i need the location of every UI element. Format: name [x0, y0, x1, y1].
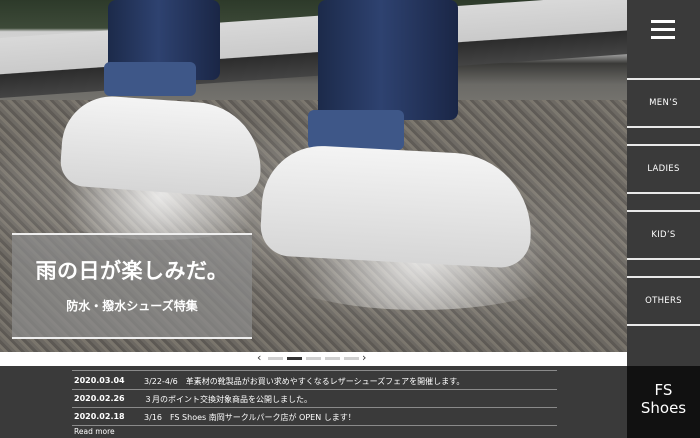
hero-subheadline: 防水・撥水シューズ特集: [66, 299, 198, 313]
news-date: 2020.03.04: [74, 376, 125, 385]
slider-dot[interactable]: [325, 357, 340, 360]
news-text: 3/22-4/6 革素材の靴製品がお買い求めやすくなるレザーシューズフェアを開催…: [144, 377, 465, 386]
logo-line-1: FS: [654, 381, 673, 399]
slider-next-arrow-icon[interactable]: ›: [362, 351, 366, 364]
hamburger-icon[interactable]: [627, 0, 700, 60]
hero-image: 雨の日が楽しみだ。 防水・撥水シューズ特集: [0, 0, 627, 352]
nav-item-ladies[interactable]: LADIES: [627, 144, 700, 194]
hero-cuff: [104, 62, 196, 96]
slider-dot-active[interactable]: [287, 357, 302, 360]
hamburger-bar: [651, 20, 675, 23]
hero-background-wall: [0, 0, 627, 98]
slider-prev-arrow-icon[interactable]: ‹: [257, 351, 261, 364]
news-section: 2020.03.04 3/22-4/6 革素材の靴製品がお買い求めやすくなるレザ…: [0, 366, 627, 438]
sidebar-nav: MEN’S LADIES KID’S OTHERS FS Shoes: [627, 0, 700, 438]
slider-controls: ‹ ›: [0, 351, 627, 366]
news-date: 2020.02.18: [74, 412, 125, 421]
nav-item-others[interactable]: OTHERS: [627, 276, 700, 326]
slider-dot[interactable]: [306, 357, 321, 360]
hamburger-bar: [651, 28, 675, 31]
hero-caption[interactable]: 雨の日が楽しみだ。 防水・撥水シューズ特集: [12, 233, 252, 339]
news-item[interactable]: 2020.03.04 3/22-4/6 革素材の靴製品がお買い求めやすくなるレザ…: [72, 371, 557, 390]
slider-dot[interactable]: [344, 357, 359, 360]
news-item[interactable]: 2020.02.26 ３月のポイント交換対象商品を公開しました。: [72, 389, 557, 408]
brand-logo[interactable]: FS Shoes: [627, 366, 700, 438]
hero-headline: 雨の日が楽しみだ。: [35, 259, 229, 283]
news-date: 2020.02.26: [74, 394, 125, 403]
news-text: ３月のポイント交換対象商品を公開しました。: [144, 395, 312, 404]
news-text: 3/16 FS Shoes 南岡サークルパーク店が OPEN します！: [144, 413, 356, 422]
hero-cuff: [308, 110, 404, 150]
hamburger-bar: [651, 36, 675, 39]
nav-item-mens[interactable]: MEN’S: [627, 78, 700, 128]
nav-item-kids[interactable]: KID’S: [627, 210, 700, 260]
hero-leg: [318, 0, 458, 120]
logo-line-2: Shoes: [640, 399, 687, 417]
read-more-link[interactable]: Read more: [74, 427, 115, 436]
news-item[interactable]: 2020.02.18 3/16 FS Shoes 南岡サークルパーク店が OPE…: [72, 407, 557, 426]
slider-dot[interactable]: [268, 357, 283, 360]
